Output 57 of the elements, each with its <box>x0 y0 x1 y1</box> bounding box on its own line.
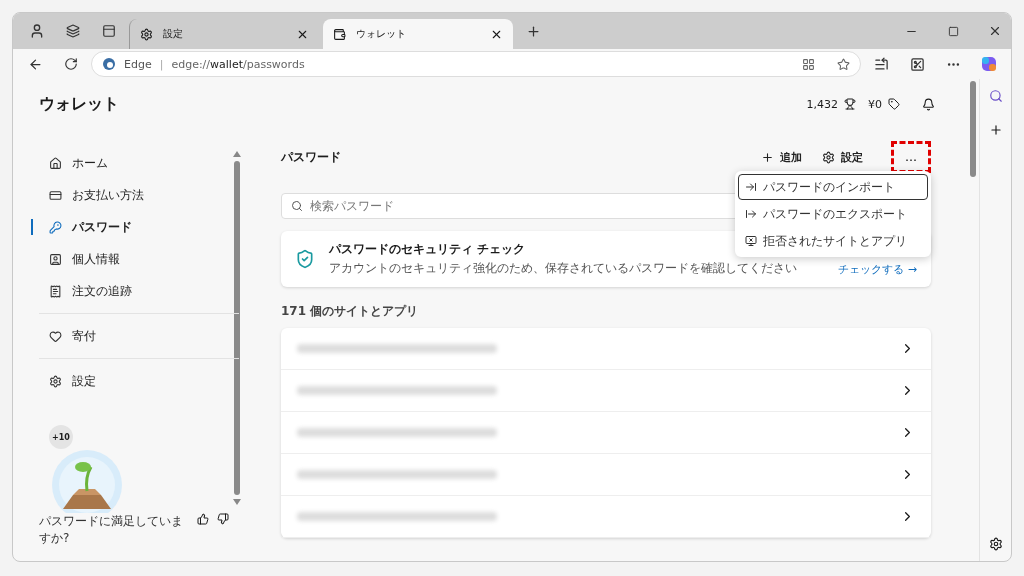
shield-icon <box>295 249 315 269</box>
home-icon <box>49 156 62 170</box>
address-bar[interactable]: Edge | edge://wallet/passwords <box>91 51 861 77</box>
key-icon <box>49 220 62 234</box>
card-icon <box>49 188 62 202</box>
tag-icon <box>888 98 900 110</box>
favorite-star-icon[interactable] <box>837 57 850 71</box>
sidebar-item[interactable]: パスワード <box>31 211 239 243</box>
check-link[interactable]: チェックする → <box>838 262 917 277</box>
sidebar-item[interactable]: お支払い方法 <box>31 179 239 211</box>
points-count: 1,432 <box>806 97 838 111</box>
sidebar-item[interactable]: ホーム <box>31 147 239 179</box>
section-title: パスワード <box>281 148 342 166</box>
settings-icon[interactable] <box>988 537 1003 551</box>
menu-item[interactable]: パスワードのインポート <box>738 174 928 200</box>
add-button[interactable]: 追加 <box>757 145 806 169</box>
split-screen-icon[interactable] <box>802 57 815 71</box>
notification-bell-icon[interactable] <box>922 97 935 111</box>
blocked-monitor-icon <box>745 235 757 247</box>
import-icon <box>745 181 757 193</box>
sidebar-item[interactable]: 設定 <box>31 365 239 397</box>
page-title: ウォレット <box>39 93 120 115</box>
separator: | <box>159 57 164 71</box>
site-count: 171 個のサイトとアプリ <box>281 303 419 320</box>
browser-tab[interactable]: 設定 <box>129 19 319 49</box>
scroll-down-icon[interactable] <box>233 499 241 505</box>
add-icon[interactable] <box>988 123 1003 137</box>
menu-item[interactable]: 拒否されたサイトとアプリ <box>738 228 928 254</box>
scrollbar-thumb[interactable] <box>970 81 976 177</box>
card-title: パスワードのセキュリティ チェック <box>329 241 526 258</box>
export-icon <box>745 208 757 220</box>
sidebar-item[interactable]: 注文の追跡 <box>31 275 239 307</box>
settings-button[interactable]: 設定 <box>818 145 867 169</box>
plus-icon <box>761 150 774 164</box>
sidebar-item[interactable]: 個人情報 <box>31 243 239 275</box>
heart-icon <box>49 329 62 343</box>
browser-logo-icon <box>102 57 116 71</box>
settings-icon <box>822 150 835 164</box>
cashback-amount: ¥0 <box>868 97 882 111</box>
thumbs-down-icon[interactable] <box>217 513 229 525</box>
sidebar-item[interactable]: 寄付 <box>31 320 239 352</box>
medal-icon <box>844 98 856 110</box>
feedback-question: パスワードに満足していますか? <box>39 513 184 547</box>
receipt-icon <box>49 284 62 298</box>
person-icon <box>49 252 62 266</box>
settings-icon <box>140 27 153 41</box>
thumbs-up-icon[interactable] <box>197 513 209 525</box>
wallet-icon <box>333 27 346 41</box>
search-icon[interactable] <box>988 89 1003 103</box>
url-text: edge://wallet/passwords <box>171 57 305 71</box>
scrollbar-thumb[interactable] <box>234 161 240 495</box>
card-description: アカウントのセキュリティ強化のため、保存されているパスワードを確認してください <box>329 260 798 277</box>
points-badge: +10 <box>49 425 73 449</box>
settings-icon <box>49 374 62 388</box>
browser-tab[interactable]: ウォレット <box>323 19 513 49</box>
site-label: Edge <box>124 57 152 71</box>
scroll-up-icon[interactable] <box>233 151 241 157</box>
